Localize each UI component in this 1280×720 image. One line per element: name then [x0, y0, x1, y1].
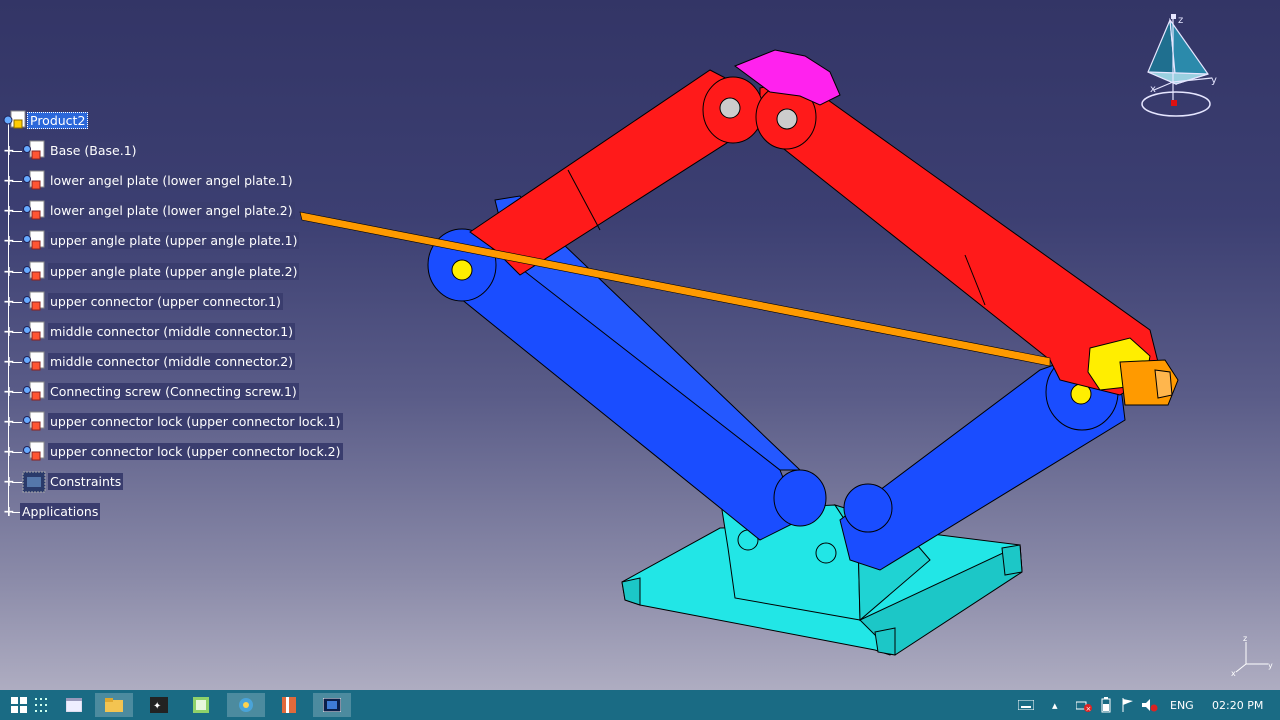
compass-y-label: y	[1211, 75, 1217, 86]
chevron-up-icon: ▴	[1052, 698, 1058, 712]
volume-button[interactable]	[1142, 690, 1158, 720]
tree-node-label[interactable]: lower angel plate (lower angel plate.2)	[48, 202, 295, 219]
task-view-icon	[35, 698, 47, 712]
part-icon	[23, 170, 45, 190]
tree-node-label[interactable]: Constraints	[48, 473, 124, 490]
tree-node-label[interactable]: upper connector (upper connector.1)	[48, 293, 283, 310]
triad-x-label: x	[1231, 669, 1236, 678]
taskbar-app-4[interactable]	[270, 693, 308, 717]
tree-node-label[interactable]: Connecting screw (Connecting screw.1)	[48, 383, 299, 400]
taskbar-app-2[interactable]: ✦	[140, 693, 178, 717]
action-center-flag-button[interactable]	[1122, 690, 1134, 720]
tree-node-label[interactable]: Base (Base.1)	[48, 142, 139, 159]
tree-node-label[interactable]: upper angle plate (upper angle plate.2)	[48, 263, 300, 280]
part-icon	[23, 321, 45, 341]
taskbar-file-explorer[interactable]	[95, 693, 133, 717]
window-icon	[66, 698, 82, 712]
keyboard-icon	[1018, 700, 1034, 710]
tree-node-label[interactable]: upper angle plate (upper angle plate.1)	[48, 232, 300, 249]
network-status-button[interactable]: ×	[1076, 690, 1092, 720]
tree-node-label[interactable]: middle connector (middle connector.1)	[48, 323, 296, 340]
app-icon-5	[323, 698, 341, 712]
part-icon	[23, 351, 45, 371]
part-icon	[23, 200, 45, 220]
app-icon-2: ✦	[150, 697, 168, 713]
base-part[interactable]	[621, 504, 1023, 656]
compass-icon[interactable]: z y x	[1140, 12, 1226, 122]
network-error-icon: ×	[1076, 701, 1092, 712]
part-icon	[23, 441, 45, 461]
part-icon	[23, 230, 45, 250]
tree-node-label[interactable]: Applications	[20, 503, 101, 520]
tree-node-label[interactable]: lower angel plate (lower angel plate.1)	[48, 172, 295, 189]
tree-node-label[interactable]: upper connector lock (upper connector lo…	[48, 443, 343, 460]
clock[interactable]: 02:20 PM	[1212, 690, 1263, 720]
part-icon	[23, 261, 45, 281]
svg-text:✦: ✦	[153, 701, 161, 712]
compass-z-label: z	[1178, 15, 1183, 26]
language-label: ENG	[1170, 698, 1194, 712]
svg-text:×: ×	[1086, 705, 1092, 712]
clock-time: 02:20 PM	[1212, 698, 1264, 712]
specification-tree: Product2 + Base (Base.1) + lower angel p…	[0, 104, 343, 524]
part-icon	[23, 411, 45, 431]
taskbar-app-catia[interactable]	[227, 693, 265, 717]
catia-icon	[239, 698, 253, 712]
part-icon	[23, 140, 45, 160]
battery-icon	[1101, 697, 1111, 713]
battery-button[interactable]	[1100, 690, 1112, 720]
volume-muted-icon	[1142, 699, 1158, 712]
tree-node-label[interactable]: upper connector lock (upper connector lo…	[48, 413, 343, 430]
taskbar-app-5[interactable]	[313, 693, 351, 717]
app-icon-3	[193, 697, 209, 713]
taskbar-app-1[interactable]	[55, 693, 93, 717]
tree-root-label[interactable]: Product2	[27, 112, 89, 129]
triad-z-label: z	[1243, 634, 1247, 643]
constraints-icon	[22, 471, 46, 493]
flag-icon	[1122, 698, 1133, 712]
product-icon	[3, 110, 26, 129]
axis-triad-icon: z y x	[1231, 634, 1273, 678]
keyboard-button[interactable]	[1018, 690, 1034, 720]
app-icon-4	[282, 697, 296, 713]
part-icon	[23, 381, 45, 401]
compass-x-label: x	[1150, 84, 1156, 95]
part-icon	[23, 291, 45, 311]
folder-icon	[105, 698, 123, 712]
3d-viewport[interactable]: Product2 + Base (Base.1) + lower angel p…	[0, 0, 1280, 690]
triad-y-label: y	[1268, 661, 1273, 670]
language-indicator[interactable]: ENG	[1170, 690, 1194, 720]
tray-overflow-button[interactable]: ▴	[1052, 690, 1058, 720]
taskbar: ✦ ▴ × ENG 02:20 PM	[0, 690, 1280, 720]
taskbar-app-3[interactable]	[182, 693, 220, 717]
tree-node-label[interactable]: middle connector (middle connector.2)	[48, 353, 296, 370]
